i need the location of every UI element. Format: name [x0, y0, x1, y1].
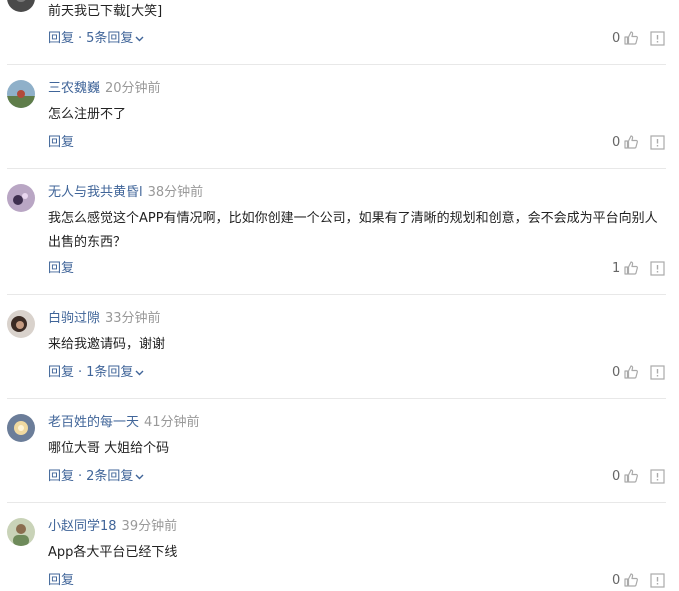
separator: · [78, 31, 83, 46]
view-replies-button[interactable]: 5条回复 [86, 31, 144, 46]
username[interactable]: 小赵同学18 [48, 519, 117, 534]
thumbs-up-icon[interactable] [623, 134, 639, 150]
divider [7, 294, 666, 295]
replies-count: 1条回复 [86, 365, 134, 380]
report-icon[interactable] [650, 365, 665, 380]
timestamp: 20分钟前 [105, 81, 161, 96]
divider [7, 64, 666, 65]
comment-controls: 1 [612, 260, 672, 278]
comment-controls: 0 [612, 468, 672, 486]
user-line: 三农魏巍 20分钟前 [48, 80, 161, 98]
avatar[interactable] [7, 414, 35, 442]
report-icon[interactable] [650, 573, 665, 588]
divider [7, 398, 666, 399]
thumbs-up-icon[interactable] [623, 260, 639, 276]
like-count: 0 [612, 469, 621, 484]
avatar[interactable] [7, 310, 35, 338]
thumbs-up-icon[interactable] [623, 468, 639, 484]
reply-button[interactable]: 回复 [48, 469, 74, 484]
user-line: 小赵同学18 39分钟前 [48, 518, 177, 536]
divider [7, 168, 666, 169]
comment-controls: 0 [612, 30, 672, 48]
like-count: 1 [612, 261, 621, 276]
separator: · [78, 365, 83, 380]
thumbs-up-icon[interactable] [623, 572, 639, 588]
divider [7, 502, 666, 503]
comment-actions: 回复 [48, 134, 74, 152]
timestamp: 39分钟前 [121, 519, 178, 534]
timestamp: 33分钟前 [105, 311, 161, 326]
reply-button[interactable]: 回复 [48, 573, 74, 588]
comment-text: 我怎么感觉这个APP有情况啊，比如你创建一个公司，如果有了清晰的规划和创意，会不… [48, 211, 658, 250]
reply-button[interactable]: 回复 [48, 135, 74, 150]
comment-actions: 回复 [48, 260, 74, 278]
user-line: 老百姓的每一天 41分钟前 [48, 414, 200, 432]
username[interactable]: 老百姓的每一天 [48, 415, 139, 430]
avatar[interactable] [7, 184, 35, 212]
user-line: 无人与我共黄昏l 38分钟前 [48, 184, 203, 202]
report-icon[interactable] [650, 135, 665, 150]
avatar[interactable] [7, 0, 35, 12]
view-replies-button[interactable]: 2条回复 [86, 469, 144, 484]
like-count: 0 [612, 365, 621, 380]
comment-controls: 0 [612, 572, 672, 590]
timestamp: 38分钟前 [147, 185, 204, 200]
username[interactable]: 三农魏巍 [48, 81, 100, 96]
username[interactable]: 白驹过隙 [48, 311, 100, 326]
separator: · [78, 469, 83, 484]
comment-text: 怎么注册不了 [48, 107, 127, 122]
thumbs-up-icon[interactable] [623, 364, 639, 380]
avatar[interactable] [7, 80, 35, 108]
chevron-down-icon [135, 370, 144, 375]
chevron-down-icon [135, 474, 144, 479]
replies-count: 2条回复 [86, 469, 134, 484]
reply-button[interactable]: 回复 [48, 365, 74, 380]
view-replies-button[interactable]: 1条回复 [86, 365, 144, 380]
like-count: 0 [612, 135, 621, 150]
reply-button[interactable]: 回复 [48, 31, 74, 46]
comment-text: 前天我已下载[大笑] [48, 4, 163, 19]
like-count: 0 [612, 573, 621, 588]
comment-controls: 0 [612, 364, 672, 382]
comment-text: App各大平台已经下线 [48, 545, 178, 560]
chevron-down-icon [135, 36, 144, 41]
comment-actions: 回复 · 1条回复 [48, 364, 144, 382]
user-line: 白驹过隙 33分钟前 [48, 310, 161, 328]
comment-text: 哪位大哥 大姐给个码 [48, 441, 170, 456]
comment-controls: 0 [612, 134, 672, 152]
thumbs-up-icon[interactable] [623, 30, 639, 46]
comment-actions: 回复 · 2条回复 [48, 468, 144, 486]
comment-text: 来给我邀请码，谢谢 [48, 337, 166, 352]
reply-button[interactable]: 回复 [48, 261, 74, 276]
report-icon[interactable] [650, 469, 665, 484]
report-icon[interactable] [650, 261, 665, 276]
avatar[interactable] [7, 518, 35, 546]
report-icon[interactable] [650, 31, 665, 46]
comment-actions: 回复 [48, 572, 74, 590]
timestamp: 41分钟前 [144, 415, 200, 430]
comment-actions: 回复 · 5条回复 [48, 30, 144, 48]
username[interactable]: 无人与我共黄昏l [48, 185, 143, 200]
like-count: 0 [612, 31, 621, 46]
replies-count: 5条回复 [86, 31, 134, 46]
